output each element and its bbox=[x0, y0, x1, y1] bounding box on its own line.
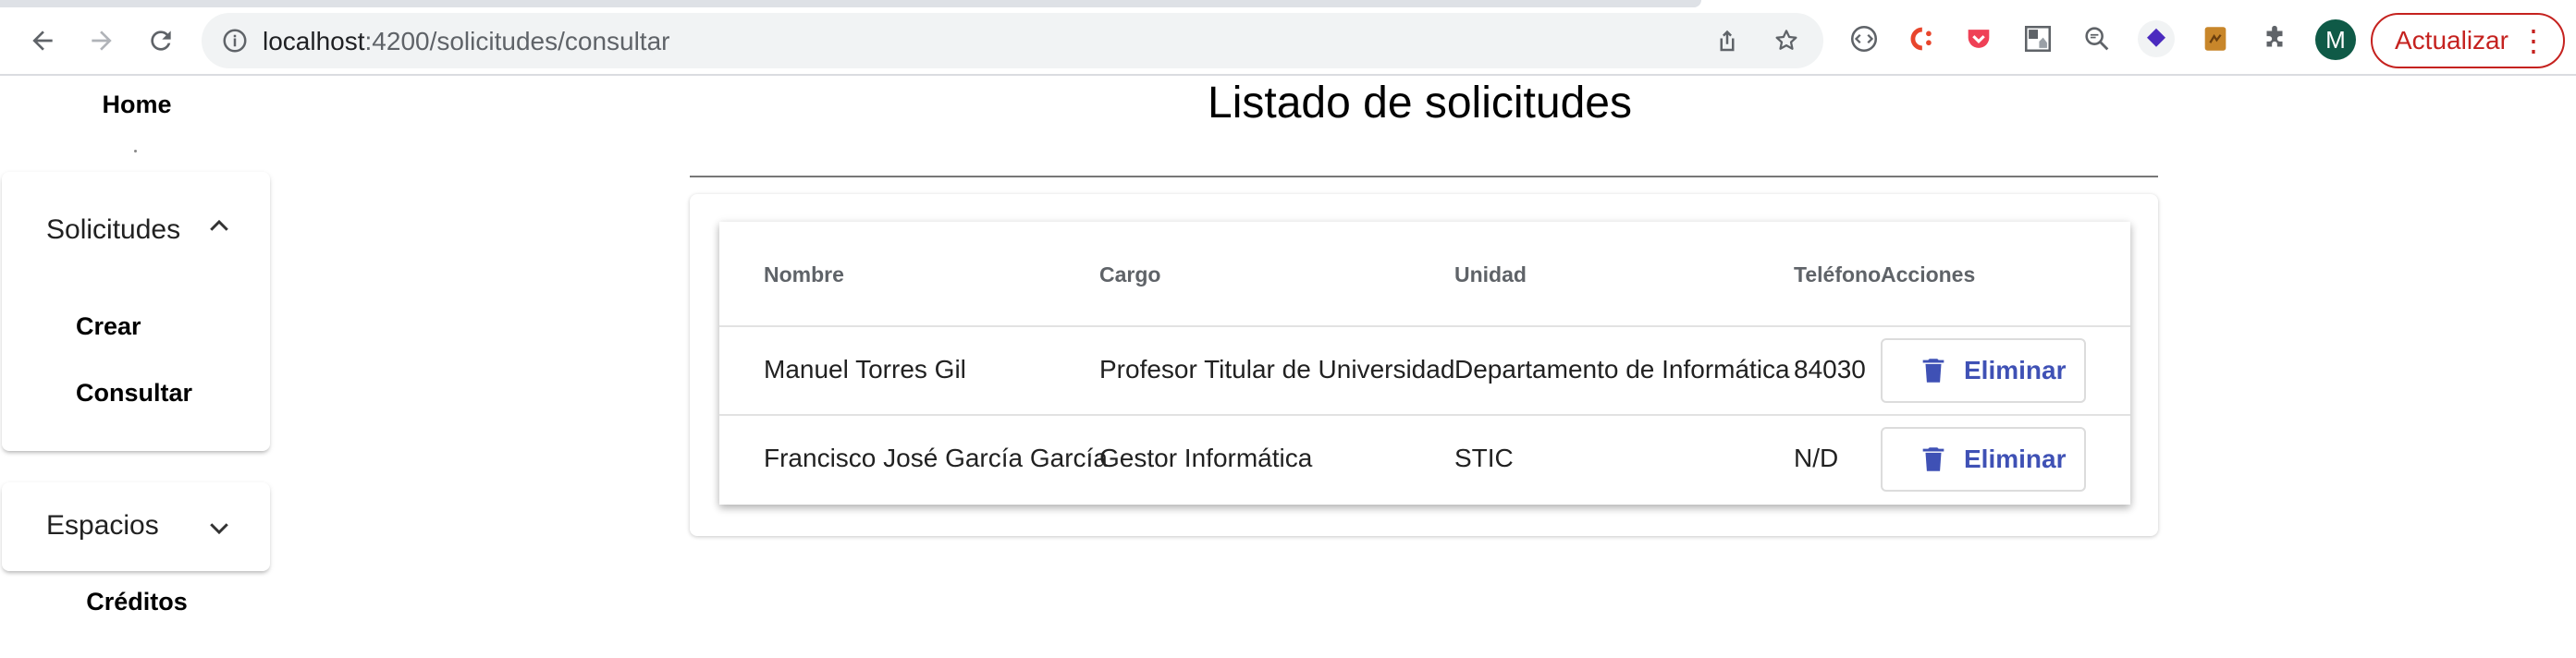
forward-button[interactable] bbox=[78, 17, 126, 65]
site-info-icon[interactable] bbox=[220, 26, 250, 55]
back-arrow-icon bbox=[32, 30, 53, 51]
trash-icon bbox=[1922, 447, 1944, 471]
sidebar-item-home[interactable]: Home bbox=[0, 91, 274, 119]
update-label: Actualizar bbox=[2395, 26, 2509, 55]
separator-dot bbox=[134, 150, 137, 152]
cell-nombre: Manuel Torres Gil bbox=[764, 355, 966, 384]
cell-cargo: Profesor Titular de Universidad bbox=[1099, 355, 1455, 384]
column-header-unidad[interactable]: Unidad bbox=[1454, 262, 1527, 287]
update-browser-button[interactable]: Actualizar ⋮ bbox=[2371, 13, 2565, 68]
reload-icon bbox=[151, 30, 171, 51]
cell-telefono: 84030 bbox=[1794, 355, 1866, 384]
search-lens-icon[interactable] bbox=[2079, 20, 2116, 57]
delete-button[interactable]: Eliminar bbox=[1881, 427, 2086, 492]
column-header-nombre[interactable]: Nombre bbox=[764, 262, 844, 287]
sidebar: Home Solicitudes Crear Consultar Espacio… bbox=[0, 76, 274, 658]
page-title: Listado de solicitudes bbox=[1208, 79, 1632, 128]
sidebar-item-crear[interactable]: Crear bbox=[76, 312, 141, 341]
url-host: localhost bbox=[263, 27, 365, 55]
cell-unidad: Departamento de Informática bbox=[1454, 355, 1790, 384]
chevron-up-icon[interactable] bbox=[205, 213, 233, 240]
column-header-acciones: Acciones bbox=[1881, 262, 1976, 286]
title-divider bbox=[690, 176, 2158, 177]
row-divider bbox=[719, 325, 2130, 327]
cell-telefono: N/D bbox=[1794, 444, 1839, 472]
browser-toolbar: localhost:4200/solicitudes/consultar M A… bbox=[0, 0, 2576, 76]
delete-label: Eliminar bbox=[1964, 356, 2067, 384]
share-icon[interactable] bbox=[1712, 26, 1742, 55]
column-header-telefono[interactable]: Teléfono bbox=[1794, 262, 1881, 287]
c-extension-icon[interactable] bbox=[1901, 20, 1938, 57]
chevron-down-icon[interactable] bbox=[205, 514, 233, 542]
delete-label: Eliminar bbox=[1964, 445, 2067, 473]
cell-nombre: Francisco José García García bbox=[764, 444, 1108, 472]
forward-arrow-icon bbox=[92, 30, 112, 51]
extensions-puzzle-icon[interactable] bbox=[2256, 20, 2293, 57]
delete-button[interactable]: Eliminar bbox=[1881, 338, 2086, 403]
screenshot-extension-icon[interactable] bbox=[2019, 20, 2056, 57]
solicitudes-panel: Solicitudes Crear Consultar bbox=[2, 172, 270, 451]
sidebar-item-consultar[interactable]: Consultar bbox=[76, 379, 192, 408]
address-bar[interactable]: localhost:4200/solicitudes/consultar bbox=[202, 13, 1823, 68]
cell-unidad: STIC bbox=[1454, 444, 1514, 472]
espacios-header[interactable]: Espacios bbox=[46, 510, 159, 542]
row-divider bbox=[719, 414, 2130, 416]
bookmark-star-icon[interactable] bbox=[1772, 26, 1801, 55]
code-extension-icon[interactable] bbox=[1846, 20, 1883, 57]
column-header-cargo[interactable]: Cargo bbox=[1099, 262, 1160, 287]
reload-button[interactable] bbox=[137, 17, 185, 65]
espacios-panel: Espacios bbox=[2, 482, 270, 571]
layers-extension-icon[interactable] bbox=[2138, 20, 2175, 57]
pocket-icon[interactable] bbox=[1960, 20, 1997, 57]
solicitudes-header[interactable]: Solicitudes bbox=[46, 214, 180, 246]
tab-strip bbox=[0, 0, 2576, 7]
back-button[interactable] bbox=[18, 17, 67, 65]
sidebar-item-creditos[interactable]: Créditos bbox=[0, 588, 274, 616]
notebook-extension-icon[interactable] bbox=[2197, 20, 2234, 57]
url-text: localhost:4200/solicitudes/consultar bbox=[263, 27, 670, 56]
url-path: :4200/solicitudes/consultar bbox=[364, 27, 670, 55]
cell-cargo: Gestor Informática bbox=[1099, 444, 1313, 472]
profile-avatar[interactable]: M bbox=[2315, 19, 2356, 60]
trash-icon bbox=[1922, 359, 1944, 383]
more-menu-icon[interactable]: ⋮ bbox=[2519, 26, 2548, 55]
